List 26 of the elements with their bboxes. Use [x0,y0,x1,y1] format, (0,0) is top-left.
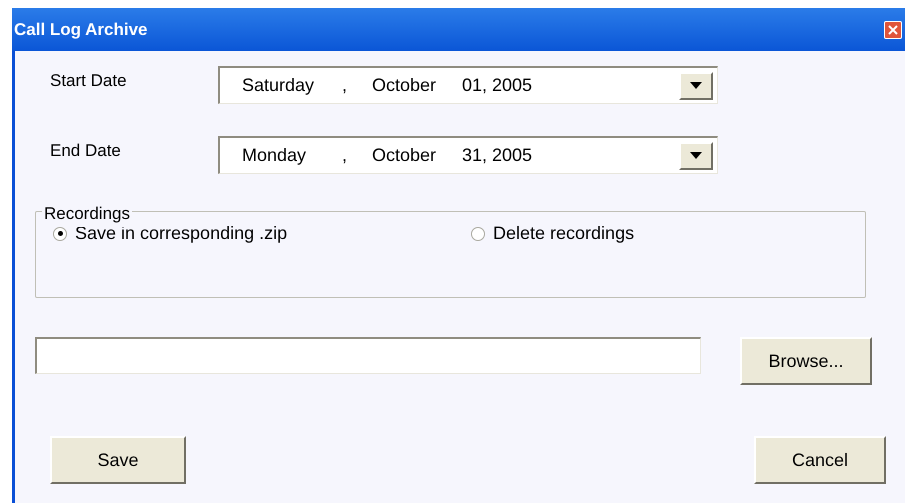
date-part: October [372,144,438,167]
dropdown-button[interactable] [679,142,713,170]
date-label: End Date [49,140,122,162]
date-part: 31, 2005 [462,144,534,167]
browse-button[interactable]: Browse... [740,337,872,385]
date-part: Monday [242,144,308,167]
date-label: Start Date [49,70,128,92]
date-part: October [372,74,438,97]
radio-button[interactable] [53,226,67,240]
date-part: , [342,144,348,167]
window-title: Call Log Archive [14,18,148,41]
radio-option[interactable]: Delete recordings [471,220,634,247]
path-field[interactable] [35,337,701,374]
caret-icon [690,82,702,89]
date-part: Saturday [242,74,316,97]
date-picker[interactable]: Saturday , October 01, 2005 [218,66,718,104]
caret-icon [690,152,702,159]
cancel-button[interactable]: Cancel [754,436,886,484]
dropdown-button[interactable] [679,72,713,100]
radio-button[interactable] [471,226,485,240]
date-part: , [342,74,348,97]
close-icon [888,24,898,34]
save-button[interactable]: Save [50,436,186,484]
date-picker[interactable]: Monday , October 31, 2005 [218,136,718,174]
date-part: 01, 2005 [462,74,534,97]
close-button[interactable] [884,20,902,38]
